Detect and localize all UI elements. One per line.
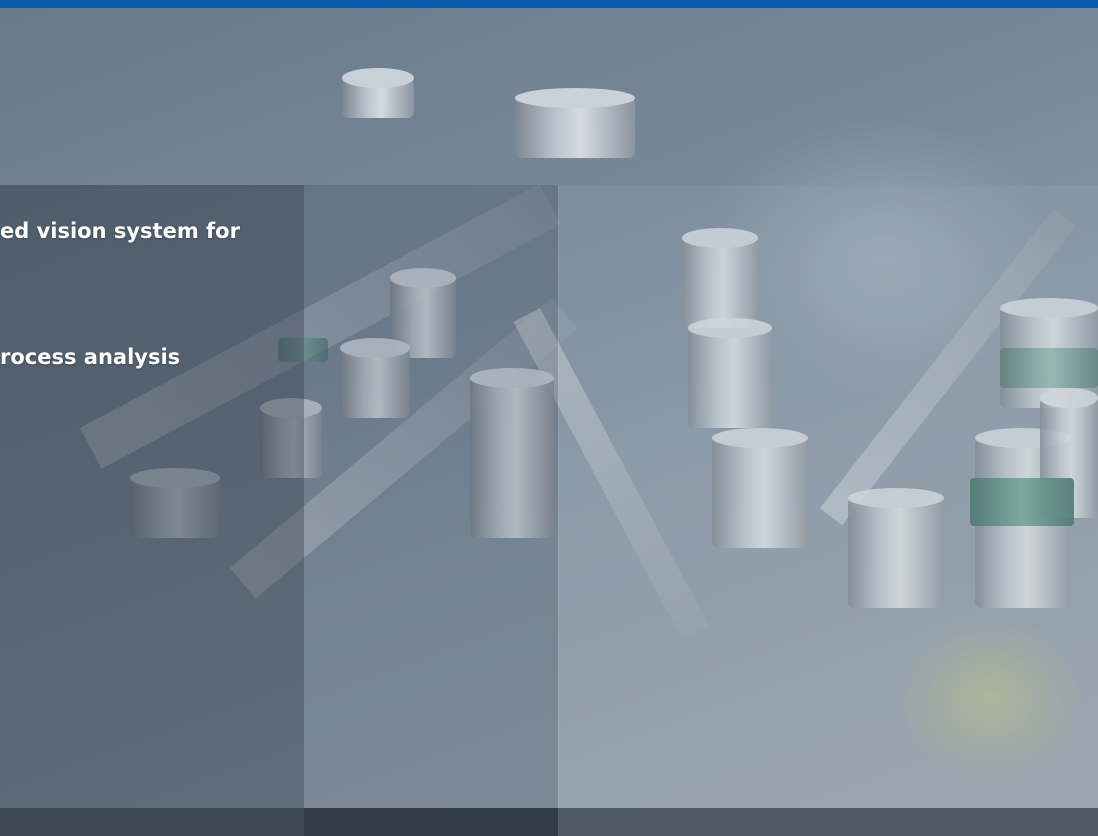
- hero-headline: ed vision system for rocess analysis: [0, 126, 360, 462]
- top-accent-bar: [0, 0, 1098, 8]
- hero-section: ed vision system for rocess analysis: [0, 0, 1098, 836]
- hero-headline-line-2: rocess analysis: [0, 345, 181, 369]
- bottom-strip-right: [558, 808, 1098, 836]
- machine-cylinder: [342, 68, 414, 118]
- hero-headline-line-1: ed vision system for: [0, 219, 240, 243]
- bottom-strip: [0, 808, 1098, 836]
- right-panel-overlay: [558, 185, 1098, 836]
- bottom-strip-middle: [304, 808, 558, 836]
- machine-cylinder: [515, 88, 635, 158]
